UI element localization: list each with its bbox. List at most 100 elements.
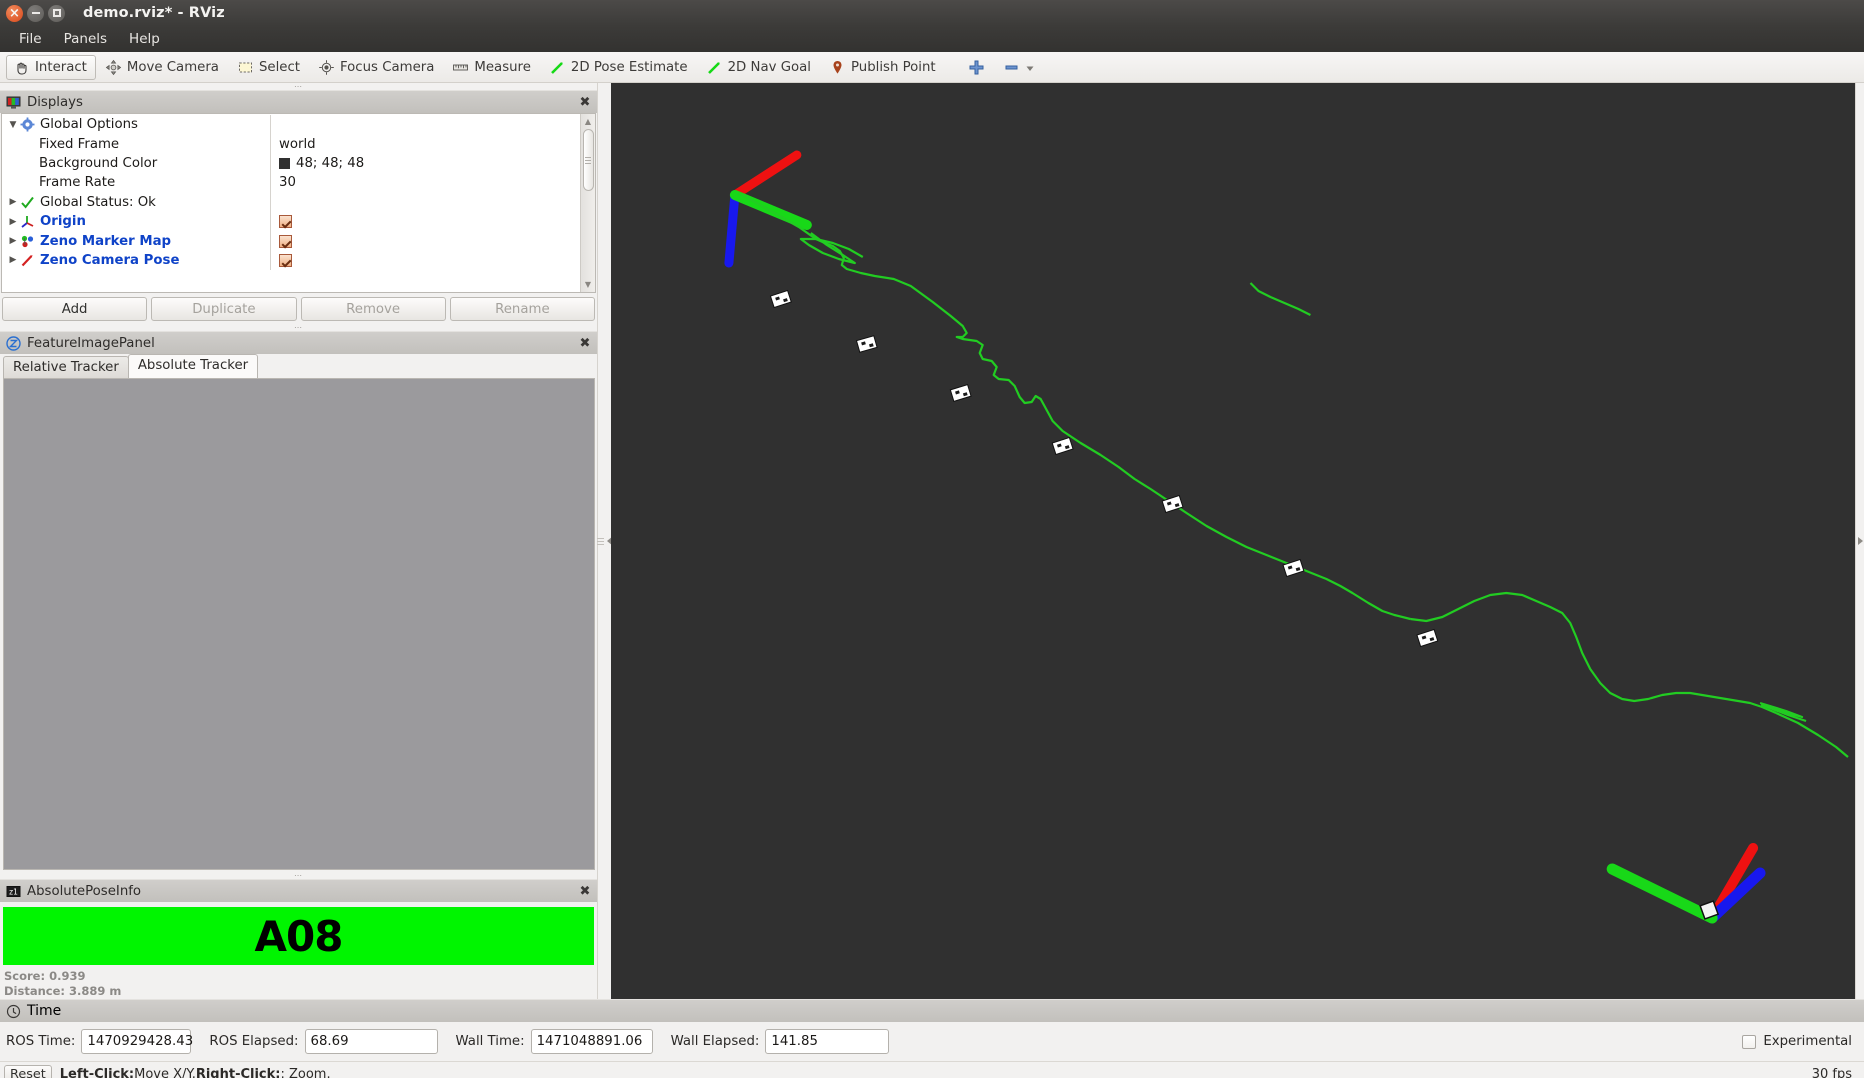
tree-row-origin[interactable]: ▶ Origin: [2, 211, 580, 232]
left-dock-column: ⋯ Displays ✖ ▼ Global Options Fixed Fram…: [0, 82, 597, 999]
tree-row-zeno-marker-map[interactable]: ▶ Zeno Marker Map: [2, 231, 580, 251]
tree-value[interactable]: [270, 192, 580, 212]
zeno-marker-map-visibility-checkbox[interactable]: [279, 234, 292, 248]
tab-relative-tracker-label: Relative Tracker: [13, 360, 119, 375]
feature-image-panel-title: FeatureImagePanel: [27, 335, 155, 351]
tree-value[interactable]: [270, 231, 580, 251]
menu-help[interactable]: Help: [118, 29, 171, 49]
rename-button[interactable]: Rename: [449, 297, 595, 321]
menu-panels[interactable]: Panels: [53, 29, 118, 49]
displays-dock-grip[interactable]: ⋯: [0, 82, 597, 91]
wall-time-input[interactable]: 1471048891.06: [530, 1029, 653, 1054]
wall-elapsed-input[interactable]: 141.85: [765, 1029, 890, 1054]
hint-right-click-rest: : Zoom.: [280, 1066, 331, 1078]
displays-panel-close-icon[interactable]: ✖: [578, 95, 592, 110]
tree-row-zeno-camera-pose[interactable]: ▶ Zeno Camera Pose: [2, 250, 580, 271]
reset-button[interactable]: Reset: [4, 1064, 52, 1078]
render-view-3d[interactable]: [611, 83, 1855, 999]
scroll-down-arrow-icon[interactable]: ▼: [582, 278, 595, 291]
expand-arrow-right-icon[interactable]: ▶: [6, 236, 20, 246]
render-view-3d-canvas: [611, 83, 1855, 999]
wall-time-value: 1471048891.06: [536, 1034, 643, 1049]
tab-relative-tracker[interactable]: Relative Tracker: [3, 356, 129, 378]
fps-counter: 30 fps: [1811, 1066, 1852, 1078]
tree-label: Global Status: Ok: [40, 194, 156, 210]
tree-row-fixed-frame[interactable]: Fixed Frame world: [2, 134, 580, 154]
tree-row-global-status[interactable]: ▶ Global Status: Ok: [2, 192, 580, 212]
expand-arrow-right-icon[interactable]: ▶: [6, 217, 20, 227]
add-tool-button[interactable]: [961, 55, 994, 80]
tool-move-camera[interactable]: Move Camera: [98, 55, 228, 80]
ros-elapsed-label: ROS Elapsed:: [209, 1034, 299, 1049]
tree-value[interactable]: [270, 250, 580, 271]
absolute-pose-dock-grip[interactable]: ⋯: [0, 871, 597, 880]
feature-image-panel-close-icon[interactable]: ✖: [578, 336, 592, 351]
tab-absolute-tracker[interactable]: Absolute Tracker: [127, 354, 259, 378]
tree-row-global-options[interactable]: ▼ Global Options: [2, 115, 580, 135]
wall-elapsed-label: Wall Elapsed:: [670, 1034, 760, 1049]
feature-image-dock-grip[interactable]: ⋯: [0, 323, 597, 332]
hand-cursor-icon: [13, 59, 30, 76]
tree-label: Background Color: [39, 155, 158, 171]
tree-label: Zeno Camera Pose: [40, 252, 180, 268]
absolute-pose-panel-close-icon[interactable]: ✖: [578, 884, 592, 899]
right-dock-splitter[interactable]: [1855, 83, 1864, 999]
ros-elapsed-input[interactable]: 68.69: [304, 1029, 438, 1054]
tree-value[interactable]: 30: [270, 173, 580, 193]
absolute-pose-distance: Distance: 3.889 m: [4, 984, 122, 998]
tree-row-frame-rate[interactable]: Frame Rate 30: [2, 173, 580, 193]
displays-tree-container: ▼ Global Options Fixed Frame world Backg…: [1, 113, 596, 293]
collapse-right-icon[interactable]: [1857, 537, 1863, 545]
left-dock-splitter[interactable]: [596, 83, 613, 999]
remove-button[interactable]: Remove: [300, 297, 446, 321]
background-color-value: 48; 48; 48: [296, 155, 365, 171]
remove-tool-button[interactable]: [996, 55, 1044, 80]
tree-row-background-color[interactable]: Background Color 48; 48; 48: [2, 153, 580, 174]
origin-axis-z: [724, 190, 740, 268]
duplicate-button[interactable]: Duplicate: [151, 297, 297, 321]
expand-arrow-right-icon[interactable]: ▶: [6, 255, 20, 265]
tool-focus-camera[interactable]: Focus Camera: [311, 55, 443, 80]
time-panel: Time ROS Time: 1470929428.43 ROS Elapsed…: [0, 999, 1864, 1062]
zeno-camera-pose-visibility-checkbox[interactable]: [279, 253, 292, 267]
wall-time-label: Wall Time:: [455, 1034, 525, 1049]
window-maximize-button[interactable]: [48, 4, 65, 22]
add-button[interactable]: Add: [2, 297, 148, 321]
select-rect-icon: [237, 59, 254, 76]
feature-image-view[interactable]: [3, 378, 595, 870]
tree-value[interactable]: [270, 211, 580, 232]
tool-interact[interactable]: Interact: [6, 54, 96, 80]
displays-vertical-scrollbar[interactable]: ▲ ▼: [580, 114, 595, 292]
window-minimize-button[interactable]: [27, 4, 44, 22]
expand-arrow-down-icon[interactable]: ▼: [6, 120, 20, 130]
ros-time-input[interactable]: 1470929428.43: [81, 1029, 193, 1054]
tool-2d-pose-estimate[interactable]: 2D Pose Estimate: [542, 55, 697, 80]
ruler-icon: [452, 59, 469, 76]
absolute-pose-marker-banner: A08: [3, 907, 594, 965]
chevron-down-icon[interactable]: [1025, 59, 1035, 76]
tool-measure[interactable]: Measure: [445, 55, 540, 80]
tab-absolute-tracker-label: Absolute Tracker: [137, 358, 249, 373]
origin-visibility-checkbox[interactable]: [279, 215, 292, 229]
scrollbar-thumb[interactable]: [582, 129, 594, 191]
hint-left-click-rest: Move X/Y.: [134, 1066, 196, 1078]
tool-publish-point[interactable]: Publish Point: [822, 55, 945, 80]
menubar: File Panels Help: [0, 26, 1864, 52]
absolute-pose-panel-titlebar: z1 AbsolutePoseInfo ✖: [0, 879, 597, 902]
tree-label: Origin: [40, 214, 86, 230]
tool-focus-camera-label: Focus Camera: [340, 59, 435, 75]
experimental-toggle[interactable]: Experimental: [1742, 1034, 1852, 1049]
move-camera-icon: [105, 59, 122, 76]
scroll-up-arrow-icon[interactable]: ▲: [582, 115, 595, 128]
reset-button-label: Reset: [10, 1066, 46, 1078]
tree-value[interactable]: [270, 115, 580, 135]
tool-select[interactable]: Select: [230, 55, 309, 80]
tool-2d-nav-goal[interactable]: 2D Nav Goal: [699, 55, 820, 80]
menu-help-label: Help: [129, 31, 160, 47]
menu-file[interactable]: File: [8, 29, 53, 49]
expand-arrow-right-icon[interactable]: ▶: [6, 197, 20, 207]
window-close-button[interactable]: [6, 4, 23, 22]
tree-value[interactable]: 48; 48; 48: [270, 153, 580, 174]
experimental-checkbox[interactable]: [1742, 1034, 1757, 1049]
tree-value[interactable]: world: [270, 134, 580, 154]
